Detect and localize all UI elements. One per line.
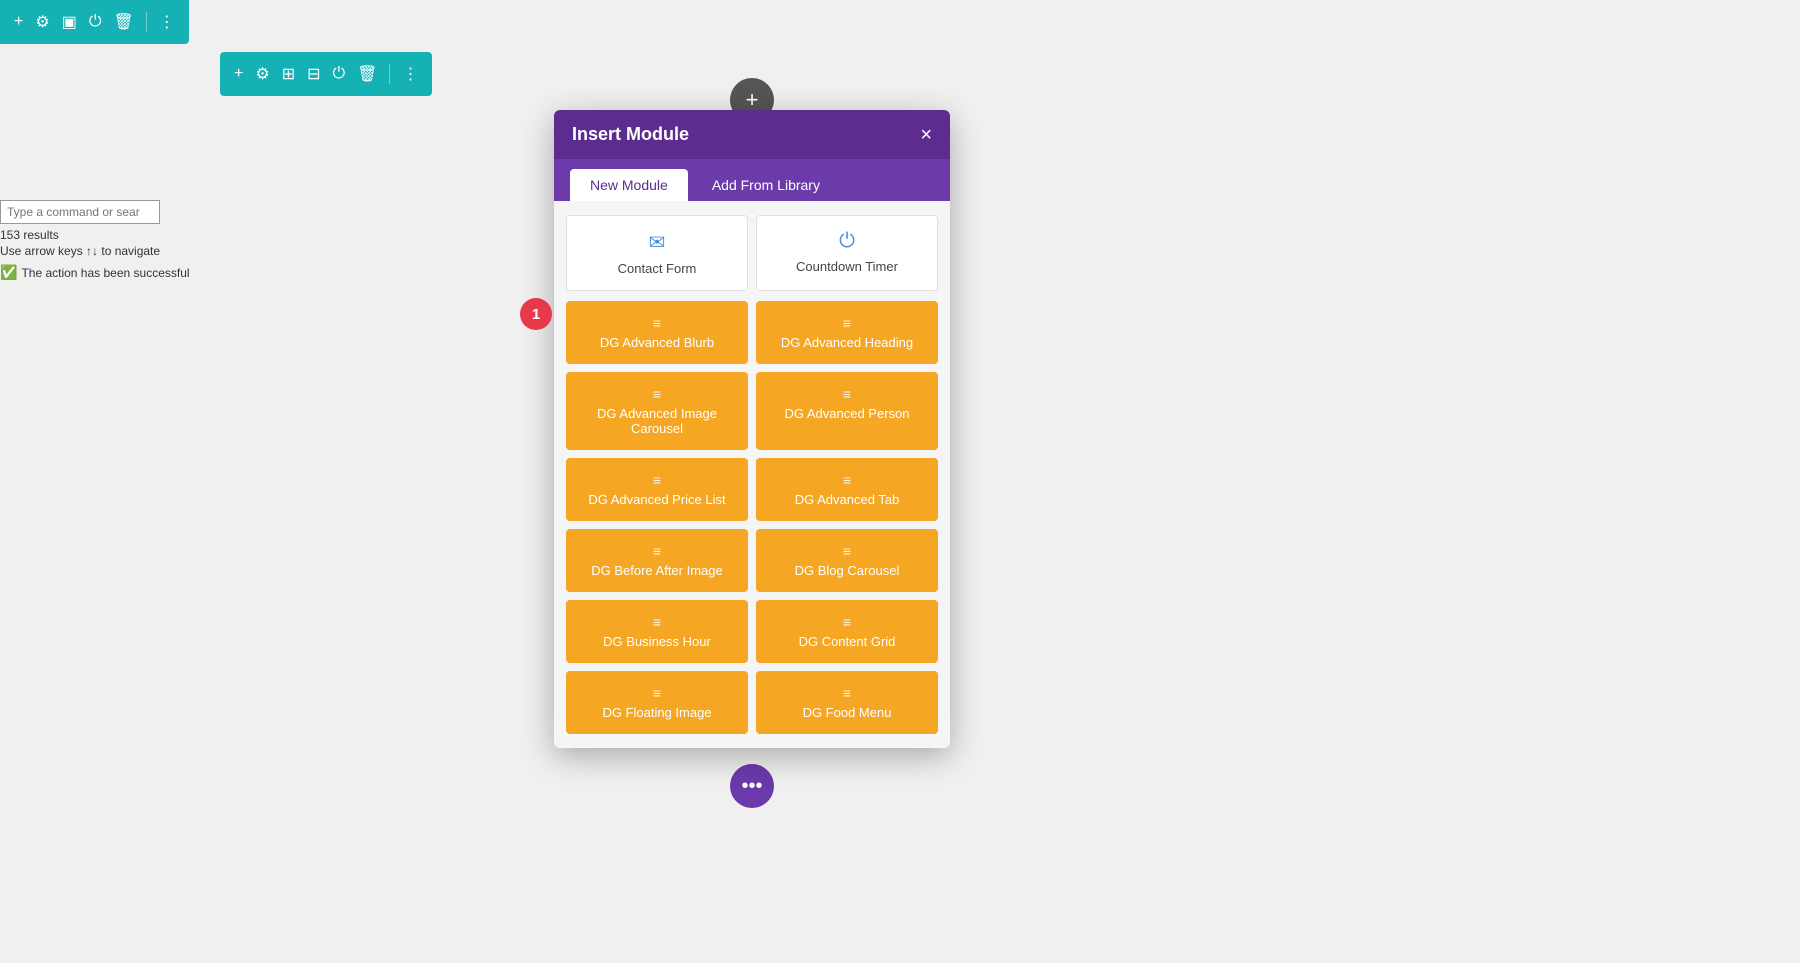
- module-dg-blog-carousel[interactable]: ≡ DG Blog Carousel: [756, 529, 938, 592]
- power-icon: ⏻: [839, 230, 855, 253]
- module-dg-advanced-person[interactable]: ≡ DG Advanced Person: [756, 372, 938, 450]
- nav-hint: Use arrow keys ↑↓ to navigate: [0, 244, 200, 258]
- orange-modules-grid: ≡ DG Advanced Blurb ≡ DG Advanced Headin…: [566, 301, 938, 734]
- modal-close-button[interactable]: ×: [920, 125, 932, 145]
- bottom-action-button[interactable]: •••: [730, 764, 774, 808]
- tab-new-module[interactable]: New Module: [570, 169, 688, 201]
- module-dg-advanced-heading[interactable]: ≡ DG Advanced Heading: [756, 301, 938, 364]
- toolbar-delete-icon[interactable]: 🗑: [113, 12, 133, 32]
- email-icon: ✉: [649, 230, 666, 255]
- results-count: 153 results: [0, 228, 200, 242]
- module-dg-before-after-image[interactable]: ≡ DG Before After Image: [566, 529, 748, 592]
- left-panel: 153 results Use arrow keys ↑↓ to navigat…: [0, 200, 200, 281]
- module-dg-advanced-blurb[interactable]: ≡ DG Advanced Blurb: [566, 301, 748, 364]
- top-toolbar: + ⚙ ▣ ⏻ 🗑 ⋮: [0, 0, 189, 44]
- second-toolbar: + ⚙ ⊞ ⊟ ⏻ 🗑 ⋮: [220, 52, 432, 96]
- bottom-btn-icon: •••: [741, 775, 762, 798]
- menu-lines-icon-11: ≡: [653, 685, 661, 701]
- toolbar-more-icon[interactable]: ⋮: [159, 12, 175, 32]
- module-contact-form[interactable]: ✉ Contact Form: [566, 215, 748, 291]
- add-top-icon: +: [746, 89, 759, 111]
- modal-header: Insert Module ×: [554, 110, 950, 159]
- menu-lines-icon-1: ≡: [653, 315, 661, 331]
- second-toolbar-power-icon[interactable]: ⏻: [333, 65, 346, 83]
- second-toolbar-grid-icon[interactable]: ⊟: [307, 64, 320, 84]
- dg-floating-image-label: DG Floating Image: [602, 705, 711, 720]
- second-toolbar-settings-icon[interactable]: ⚙: [255, 64, 269, 84]
- step-badge: 1: [520, 298, 552, 330]
- dg-content-grid-label: DG Content Grid: [799, 634, 896, 649]
- dg-business-hour-label: DG Business Hour: [603, 634, 711, 649]
- module-dg-content-grid[interactable]: ≡ DG Content Grid: [756, 600, 938, 663]
- dg-food-menu-label: DG Food Menu: [803, 705, 892, 720]
- toolbar-divider: [146, 12, 147, 32]
- dg-advanced-tab-label: DG Advanced Tab: [795, 492, 900, 507]
- toolbar-add-icon[interactable]: +: [14, 13, 23, 31]
- dg-advanced-person-label: DG Advanced Person: [784, 406, 909, 421]
- module-dg-advanced-tab[interactable]: ≡ DG Advanced Tab: [756, 458, 938, 521]
- menu-lines-icon-10: ≡: [843, 614, 851, 630]
- modal-body: ✉ Contact Form ⏻ Countdown Timer ≡ DG Ad…: [554, 201, 950, 748]
- menu-lines-icon-9: ≡: [653, 614, 661, 630]
- menu-lines-icon-4: ≡: [843, 386, 851, 402]
- module-dg-business-hour[interactable]: ≡ DG Business Hour: [566, 600, 748, 663]
- menu-lines-icon-12: ≡: [843, 685, 851, 701]
- dg-advanced-heading-label: DG Advanced Heading: [781, 335, 913, 350]
- module-dg-food-menu[interactable]: ≡ DG Food Menu: [756, 671, 938, 734]
- contact-form-label: Contact Form: [618, 261, 697, 276]
- menu-lines-icon-5: ≡: [653, 472, 661, 488]
- countdown-timer-label: Countdown Timer: [796, 259, 898, 274]
- second-toolbar-more-icon[interactable]: ⋮: [402, 64, 418, 84]
- module-dg-advanced-price-list[interactable]: ≡ DG Advanced Price List: [566, 458, 748, 521]
- dg-before-after-image-label: DG Before After Image: [591, 563, 723, 578]
- success-icon: ✅: [0, 264, 17, 281]
- second-toolbar-add-icon[interactable]: +: [234, 65, 243, 83]
- tab-add-from-library[interactable]: Add From Library: [692, 169, 840, 201]
- white-modules-row: ✉ Contact Form ⏻ Countdown Timer: [566, 215, 938, 291]
- menu-lines-icon-8: ≡: [843, 543, 851, 559]
- toolbar-power-icon[interactable]: ⏻: [89, 13, 102, 31]
- menu-lines-icon-7: ≡: [653, 543, 661, 559]
- module-dg-advanced-image-carousel[interactable]: ≡ DG Advanced Image Carousel: [566, 372, 748, 450]
- search-input[interactable]: [0, 200, 160, 224]
- insert-module-modal: Insert Module × New Module Add From Libr…: [554, 110, 950, 748]
- second-toolbar-divider: [389, 64, 390, 84]
- menu-lines-icon-6: ≡: [843, 472, 851, 488]
- modal-tabs: New Module Add From Library: [554, 159, 950, 201]
- dg-blog-carousel-label: DG Blog Carousel: [795, 563, 900, 578]
- success-message: ✅ The action has been successful: [0, 264, 200, 281]
- second-toolbar-delete-icon[interactable]: 🗑: [357, 64, 377, 84]
- second-toolbar-columns-icon[interactable]: ⊞: [282, 64, 295, 84]
- toolbar-settings-icon[interactable]: ⚙: [35, 12, 49, 32]
- menu-lines-icon-3: ≡: [653, 386, 661, 402]
- module-dg-floating-image[interactable]: ≡ DG Floating Image: [566, 671, 748, 734]
- modal-title: Insert Module: [572, 124, 689, 145]
- dg-advanced-blurb-label: DG Advanced Blurb: [600, 335, 714, 350]
- dg-advanced-image-carousel-label: DG Advanced Image Carousel: [576, 406, 738, 436]
- module-countdown-timer[interactable]: ⏻ Countdown Timer: [756, 215, 938, 291]
- menu-lines-icon-2: ≡: [843, 315, 851, 331]
- toolbar-layout-icon[interactable]: ▣: [62, 12, 77, 32]
- dg-advanced-price-list-label: DG Advanced Price List: [588, 492, 725, 507]
